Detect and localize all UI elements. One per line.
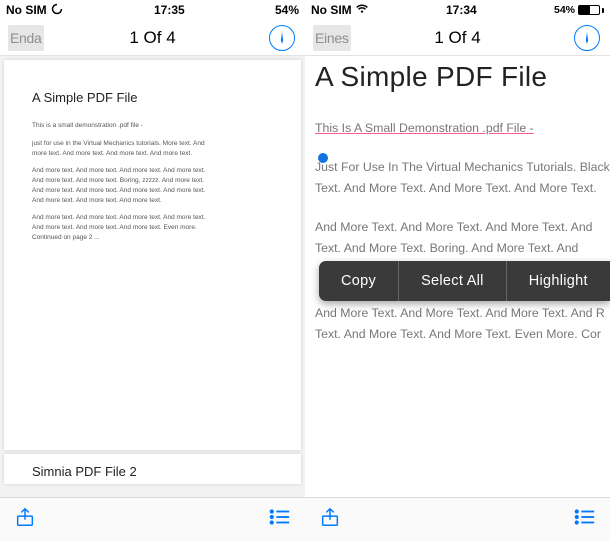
page-indicator: 1 Of 4	[315, 28, 600, 48]
pdf-title: A Simple PDF File	[315, 62, 606, 93]
navbar: Eines 1 Of 4	[305, 20, 610, 56]
back-button[interactable]: Enda	[8, 25, 44, 51]
loading-icon	[50, 3, 64, 18]
back-button[interactable]: Eines	[313, 25, 351, 51]
share-icon[interactable]	[319, 506, 341, 533]
clock-text: 17:35	[154, 3, 185, 17]
pdf-paragraph[interactable]: Text. And More Text. Boring. And More Te…	[315, 239, 606, 258]
selection-handle-start[interactable]	[318, 153, 328, 163]
list-icon[interactable]	[574, 506, 596, 533]
left-screen: No SIM 17:35 54% Enda 1 Of 4 A Simple PD…	[0, 0, 305, 541]
list-icon[interactable]	[269, 506, 291, 533]
carrier-text: No SIM	[311, 3, 352, 17]
page-indicator: 1 Of 4	[10, 28, 295, 48]
menu-copy[interactable]: Copy	[319, 261, 399, 301]
pdf-paragraph: This is a small demonstration .pdf file …	[32, 121, 212, 131]
pdf-paragraph[interactable]: Text. And More Text. And More Text. Even…	[315, 325, 606, 344]
right-screen: No SIM 17:34 54% Eines 1 Of 4 A Simple P…	[305, 0, 610, 541]
clock-text: 17:34	[446, 3, 477, 17]
app-logo-icon[interactable]	[269, 25, 295, 51]
share-icon[interactable]	[14, 506, 36, 533]
context-menu: Copy Select All Highlight	[319, 261, 610, 301]
pdf-paragraph: And more text. And more text. And more t…	[32, 166, 212, 205]
wifi-icon	[355, 3, 369, 18]
pdf-title: Simnia PDF File 2	[32, 464, 273, 479]
status-bar: No SIM 17:35 54%	[0, 0, 305, 20]
pdf-title: A Simple PDF File	[32, 90, 273, 105]
app-logo-icon[interactable]	[574, 25, 600, 51]
menu-highlight[interactable]: Highlight	[507, 261, 610, 301]
navbar: Enda 1 Of 4	[0, 20, 305, 56]
battery-pct: 54%	[275, 3, 299, 17]
pdf-paragraph[interactable]: This Is A Small Demonstration .pdf File …	[315, 119, 606, 138]
pdf-paragraph: just for use in the Virtual Mechanics tu…	[32, 139, 212, 159]
pdf-paragraph[interactable]: And More Text. And More Text. And More T…	[315, 304, 606, 323]
menu-select-all[interactable]: Select All	[399, 261, 507, 301]
pdf-zoom-area[interactable]: A Simple PDF File This Is A Small Demons…	[305, 56, 610, 497]
battery-icon	[578, 5, 604, 15]
bottom-toolbar	[0, 497, 305, 541]
pdf-page-2[interactable]: Simnia PDF File 2	[4, 454, 301, 484]
status-bar: No SIM 17:34 54%	[305, 0, 610, 20]
pdf-paragraph[interactable]: Just For Use In The Virtual Mechanics Tu…	[315, 158, 606, 177]
pdf-paragraph[interactable]: And More Text. And More Text. And More T…	[315, 218, 606, 237]
bottom-toolbar	[305, 497, 610, 541]
battery-pct: 54%	[554, 4, 575, 16]
carrier-text: No SIM	[6, 3, 47, 17]
pdf-page-1[interactable]: A Simple PDF File This is a small demons…	[4, 60, 301, 450]
pdf-scroll-area[interactable]: A Simple PDF File This is a small demons…	[0, 56, 305, 497]
pdf-paragraph[interactable]: Text. And More Text. And More Text. And …	[315, 179, 606, 198]
pdf-paragraph: And more text. And more text. And more t…	[32, 213, 212, 242]
